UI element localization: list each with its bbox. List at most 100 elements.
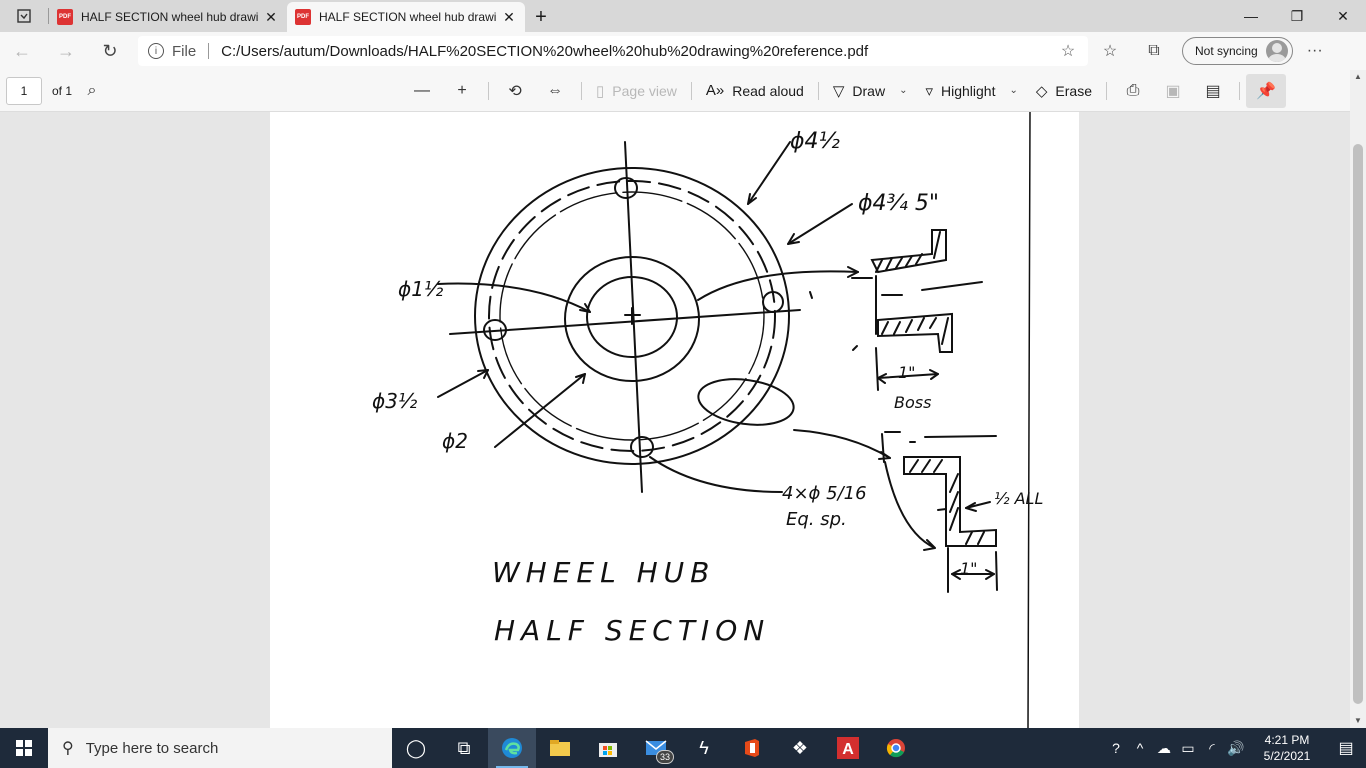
vertical-scrollbar[interactable]: ▲ ▼ — [1350, 70, 1366, 728]
task-view-icon[interactable]: ⧉ — [440, 728, 488, 768]
highlight-icon: ▿ — [925, 82, 933, 100]
page-number-input[interactable]: 1 — [6, 76, 42, 105]
cloud-icon[interactable]: ☁ — [1152, 740, 1176, 757]
add-favorite-icon[interactable]: ☆ — [1058, 41, 1078, 61]
tab-title: HALF SECTION wheel hub drawi — [81, 10, 259, 24]
pdf-icon: PDF — [57, 9, 73, 25]
scroll-down-icon[interactable]: ▼ — [1353, 716, 1363, 726]
edge-icon[interactable] — [488, 728, 536, 768]
dropbox-icon[interactable]: ❖ — [776, 728, 824, 768]
zoom-in-icon[interactable]: + — [442, 76, 482, 106]
new-tab-button[interactable]: + — [525, 2, 557, 32]
document-area: ϕ4½ ϕ4¾ 5" ϕ1½ ϕ3½ ϕ2 4×ϕ 5/16 Eq. sp. 1… — [0, 112, 1350, 728]
cortana-icon[interactable]: ◯ — [392, 728, 440, 768]
back-button[interactable]: ← — [0, 35, 44, 67]
drawing-title-line1: WHEEL HUB — [492, 556, 715, 589]
label-holes-spacing: Eq. sp. — [786, 509, 847, 530]
battery-icon[interactable]: ▭ — [1176, 740, 1200, 757]
scroll-up-icon[interactable]: ▲ — [1353, 72, 1363, 82]
windows-icon — [16, 740, 32, 756]
draw-icon: ▽ — [832, 82, 845, 100]
scrollbar-thumb[interactable] — [1353, 144, 1363, 704]
label-boss-dim: 1" — [898, 363, 916, 382]
read-aloud-icon: A» — [705, 82, 725, 99]
refresh-button[interactable]: ↻ — [88, 35, 132, 67]
save-icon[interactable]: ▣ — [1153, 76, 1193, 106]
chevron-down-icon[interactable]: ⌄ — [899, 85, 907, 96]
chevron-down-icon[interactable]: ⌄ — [1009, 85, 1017, 96]
tab-strip: PDF HALF SECTION wheel hub drawi ✕ PDF H… — [0, 0, 1366, 32]
store-icon[interactable] — [584, 728, 632, 768]
search-icon[interactable]: ⌕ — [72, 76, 112, 106]
date: 5/2/2021 — [1263, 749, 1311, 763]
save-as-icon[interactable]: ▤ — [1193, 76, 1233, 106]
highlight-button[interactable]: ▿ Highlight — [917, 76, 1003, 106]
tab-actions-icon — [17, 9, 31, 23]
taskbar: ⚲ Type here to search ◯ ⧉ 33 ϟ ❖ A ? ^ ☁… — [0, 728, 1366, 768]
tab-pdf-2[interactable]: PDF HALF SECTION wheel hub drawi ✕ — [287, 2, 525, 32]
favorites-icon[interactable]: ☆ — [1088, 35, 1132, 67]
file-explorer-icon[interactable] — [536, 728, 584, 768]
divider — [208, 43, 210, 59]
office-icon[interactable] — [728, 728, 776, 768]
tab-pdf-1[interactable]: PDF HALF SECTION wheel hub drawi ✕ — [49, 2, 287, 32]
fit-page-icon[interactable]: ⇔ — [535, 76, 575, 106]
eraser-icon: ◇ — [1035, 82, 1048, 100]
app-bolt-icon[interactable]: ϟ — [680, 728, 728, 768]
address-bar: ← → ↻ i File C:/Users/autum/Downloads/HA… — [0, 32, 1366, 70]
draw-button[interactable]: ▽ Draw — [825, 76, 893, 106]
tab-title: HALF SECTION wheel hub drawi — [319, 10, 497, 24]
start-button[interactable] — [0, 728, 48, 768]
close-icon[interactable]: ✕ — [501, 9, 517, 26]
read-aloud-button[interactable]: A» Read aloud — [698, 76, 812, 106]
forward-button[interactable]: → — [44, 35, 88, 67]
rotate-icon[interactable]: ⟲ — [495, 76, 535, 106]
zoom-out-icon[interactable]: — — [402, 76, 442, 106]
pin-toolbar-icon[interactable]: 📌 — [1246, 73, 1286, 108]
label-dia-hub-outer: ϕ4¾ 5" — [858, 191, 939, 216]
label-dia-2: ϕ2 — [442, 429, 468, 453]
collections-icon[interactable]: ⧉ — [1132, 35, 1176, 67]
chrome-icon[interactable] — [872, 728, 920, 768]
label-dia-outer: ϕ4½ — [790, 129, 840, 154]
url-bar[interactable]: i File C:/Users/autum/Downloads/HALF%20S… — [138, 36, 1088, 66]
label-wall-note: ½ ALL — [994, 489, 1043, 508]
tab-actions-button[interactable] — [0, 0, 48, 32]
search-placeholder: Type here to search — [85, 739, 219, 757]
window-controls: — ❐ ✕ — [1228, 0, 1366, 32]
minimize-button[interactable]: — — [1228, 0, 1274, 32]
info-icon[interactable]: i — [148, 43, 164, 59]
volume-icon[interactable]: 🔊 — [1224, 740, 1248, 757]
restore-button[interactable]: ❐ — [1274, 0, 1320, 32]
notifications-icon[interactable]: ▤ — [1326, 738, 1366, 758]
print-icon[interactable]: ⎙ — [1113, 76, 1153, 106]
close-window-button[interactable]: ✕ — [1320, 0, 1366, 32]
label-dia-3-5: ϕ3½ — [372, 389, 418, 413]
taskbar-search[interactable]: ⚲ Type here to search — [48, 728, 392, 768]
more-icon[interactable]: ··· — [1293, 35, 1337, 67]
pdf-icon: PDF — [295, 9, 311, 25]
pdf-page: ϕ4½ ϕ4¾ 5" ϕ1½ ϕ3½ ϕ2 4×ϕ 5/16 Eq. sp. 1… — [270, 112, 1079, 728]
pdf-toolbar: 1 of 1 ⌕ — + ⟲ ⇔ ▯ Page view A» Read aloud… — [0, 70, 1366, 112]
erase-button[interactable]: ◇ Erase — [1028, 76, 1100, 106]
mail-icon[interactable]: 33 — [632, 728, 680, 768]
help-icon[interactable]: ? — [1104, 740, 1128, 756]
label-dia-bore: ϕ1½ — [398, 277, 444, 301]
page-view-button[interactable]: ▯ Page view — [588, 76, 685, 106]
autocad-icon[interactable]: A — [824, 728, 872, 768]
hand-drawing: ϕ4½ ϕ4¾ 5" ϕ1½ ϕ3½ ϕ2 4×ϕ 5/16 Eq. sp. 1… — [372, 112, 1043, 728]
svg-text:A: A — [842, 741, 854, 758]
drawing-title-line2: HALF SECTION — [494, 614, 770, 647]
close-icon[interactable]: ✕ — [263, 9, 279, 26]
label-bottom-dim: 1" — [960, 559, 978, 578]
wifi-icon[interactable]: ◜ — [1200, 740, 1224, 757]
page-view-icon: ▯ — [596, 82, 605, 100]
profile-button[interactable]: Not syncing — [1182, 37, 1293, 65]
label-boss: Boss — [894, 393, 931, 412]
search-icon: ⚲ — [62, 740, 74, 757]
time: 4:21 PM — [1264, 733, 1310, 747]
clock[interactable]: 4:21 PM 5/2/2021 — [1248, 732, 1326, 764]
avatar — [1265, 40, 1288, 62]
chevron-up-icon[interactable]: ^ — [1128, 740, 1152, 756]
url-text[interactable]: C:/Users/autum/Downloads/HALF%20SECTION%… — [221, 43, 1058, 60]
